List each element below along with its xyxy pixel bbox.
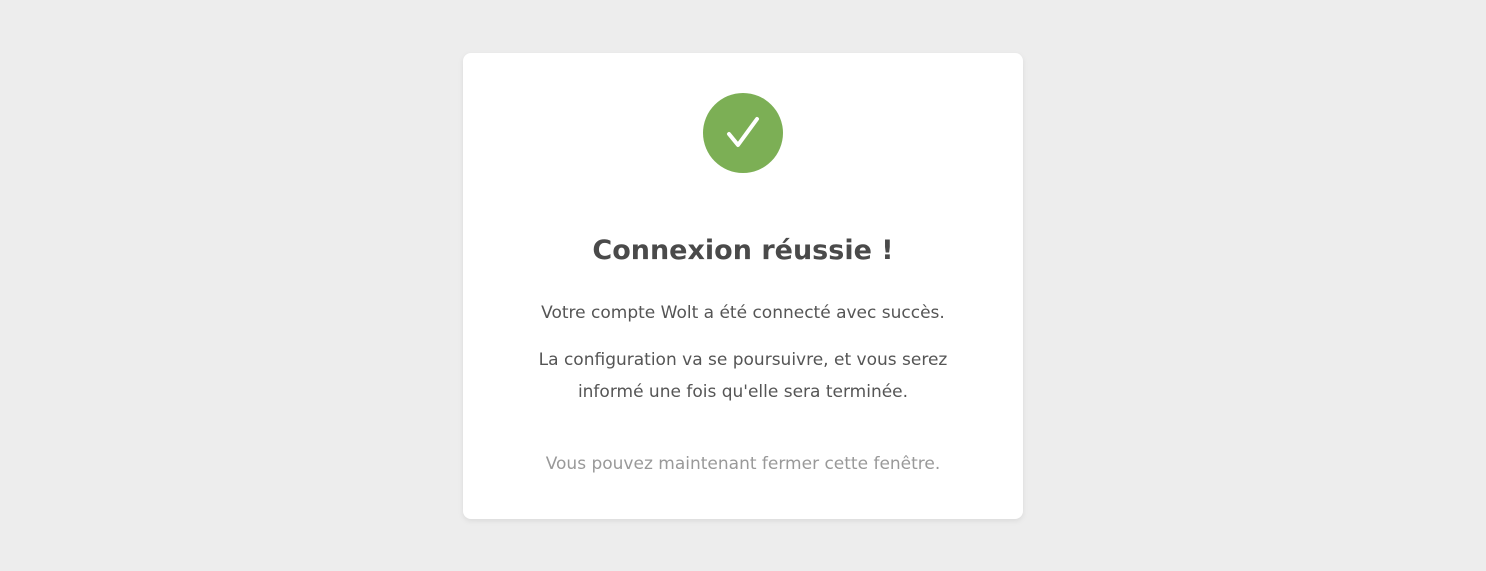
close-window-hint: Vous pouvez maintenant fermer cette fenê… (545, 454, 941, 474)
configuration-message: La configuration va se poursuivre, et vo… (538, 350, 948, 402)
checkmark-icon (727, 117, 759, 147)
page-title: Connexion réussie ! (592, 235, 894, 266)
connected-message: Votre compte Wolt a été connecté avec su… (541, 303, 945, 323)
success-card: Connexion réussie ! Votre compte Wolt a … (463, 53, 1023, 519)
success-badge (703, 93, 783, 173)
